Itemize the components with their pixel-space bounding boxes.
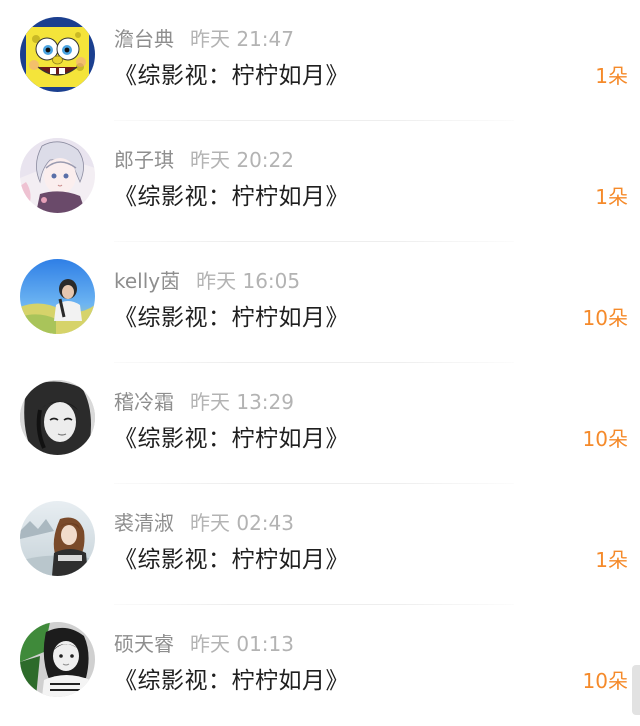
timestamp: 昨天 16:05 (196, 269, 301, 293)
user-name: 裘清淑 昨天 02:43 (114, 507, 294, 536)
user-name: 澹台典 昨天 21:47 (114, 23, 294, 52)
avatar[interactable] (20, 501, 95, 576)
flower-count: 10朵 (582, 306, 628, 330)
list-item[interactable]: 稽冷霜 昨天 13:29 《综影视：柠柠如月》 10朵 (0, 363, 640, 484)
list-item[interactable]: 郎子琪 昨天 20:22 《综影视：柠柠如月》 1朵 (0, 121, 640, 242)
avatar[interactable] (20, 622, 95, 697)
avatar[interactable] (20, 259, 95, 334)
timestamp: 昨天 21:47 (190, 27, 294, 51)
flower-count: 1朵 (595, 64, 628, 88)
work-title: 《综影视：柠柠如月》 (114, 668, 349, 694)
gift-record-list: 澹台典昨天 21:47 《综影视：柠柠如月》 1朵 郎子琪昨天 20:22 (0, 0, 640, 715)
list-item[interactable]: 硕天睿 昨天 01:13 《综影视：柠柠如月》 10朵 (0, 605, 640, 726)
timestamp: 昨天 13:29 (190, 390, 294, 414)
user-name: kelly茵 昨天 16:05 (114, 265, 300, 294)
avatar[interactable] (20, 138, 95, 213)
sky-photo-avatar-icon (20, 259, 95, 334)
user-name-text: 稽冷霜 (114, 390, 174, 414)
flower-count: 1朵 (595, 185, 628, 209)
list-item[interactable]: kelly茵 昨天 16:05 《综影视：柠柠如月》 10朵 (0, 242, 640, 363)
user-name-text: 郎子琪 (114, 148, 174, 172)
flower-count: 10朵 (582, 669, 628, 693)
spongebob-avatar-icon (20, 17, 95, 92)
scrollbar-thumb[interactable] (632, 665, 640, 715)
winter-girl-avatar-icon (20, 501, 95, 576)
user-name-text: 硕天睿 (114, 632, 174, 656)
bw-selfie-avatar-icon (20, 622, 95, 697)
avatar[interactable] (20, 17, 95, 92)
bw-portrait-avatar-icon (20, 380, 95, 455)
timestamp: 昨天 01:13 (190, 632, 294, 656)
user-name-text: 裘清淑 (114, 511, 174, 535)
work-title: 《综影视：柠柠如月》 (114, 426, 349, 452)
avatar[interactable] (20, 380, 95, 455)
user-name-text: 澹台典 (114, 27, 174, 51)
timestamp: 昨天 02:43 (190, 511, 294, 535)
work-title: 《综影视：柠柠如月》 (114, 63, 349, 89)
user-name: 稽冷霜 昨天 13:29 (114, 386, 294, 415)
anime-girl-avatar-icon (20, 138, 95, 213)
list-item[interactable]: 裘清淑 昨天 02:43 《综影视：柠柠如月》 1朵 (0, 484, 640, 605)
timestamp: 昨天 20:22 (190, 148, 294, 172)
user-name: 硕天睿 昨天 01:13 (114, 628, 294, 657)
list-item[interactable]: 澹台典 昨天 21:47 《综影视：柠柠如月》 1朵 (0, 0, 640, 121)
flower-count: 1朵 (595, 548, 628, 572)
flower-count: 10朵 (582, 427, 628, 451)
work-title: 《综影视：柠柠如月》 (114, 305, 349, 331)
work-title: 《综影视：柠柠如月》 (114, 547, 349, 573)
user-name: 郎子琪 昨天 20:22 (114, 144, 294, 173)
user-name-text: kelly茵 (114, 269, 181, 293)
work-title: 《综影视：柠柠如月》 (114, 184, 349, 210)
